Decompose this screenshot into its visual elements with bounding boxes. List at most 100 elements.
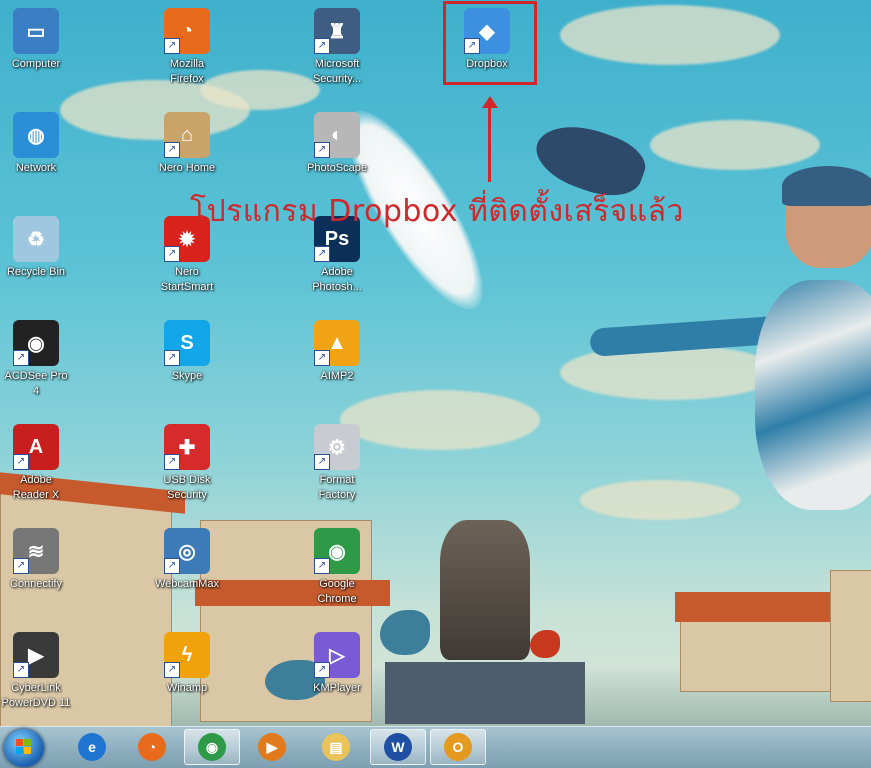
wallpaper-pedestal <box>385 662 585 724</box>
icon-label: Google Chrome <box>317 578 357 605</box>
wallpaper-cloud <box>560 5 780 65</box>
chrome-icon: ◉ ↗ <box>314 528 360 574</box>
camera-icon: ◉ ↗ <box>13 320 59 366</box>
windows-logo-icon <box>16 739 32 755</box>
wallpaper-roof <box>675 592 840 622</box>
wallpaper-house <box>830 570 871 702</box>
icon-label: Connectify <box>10 578 62 590</box>
icon-label: Nero Home <box>158 162 216 174</box>
icon-label: Recycle Bin <box>6 266 66 278</box>
network-shortcut[interactable]: ◍ Network <box>0 112 76 176</box>
shortcut-arrow-icon: ↗ <box>13 454 29 470</box>
shortcut-arrow-icon: ↗ <box>314 558 330 574</box>
shortcut-arrow-icon: ↗ <box>314 454 330 470</box>
connectify-icon: ≋ ↗ <box>13 528 59 574</box>
photoscape-shortcut[interactable]: ◐ ↗ PhotoScape <box>297 112 377 176</box>
icon-glyph: ◍ <box>27 124 45 147</box>
shortcut-arrow-icon: ↗ <box>164 558 180 574</box>
wallpaper-house <box>680 620 842 692</box>
skype-shortcut[interactable]: S ↗ Skype <box>147 320 227 384</box>
microsoft-security-shortcut[interactable]: ♜ ↗ Microsoft Security... <box>297 8 377 87</box>
wallpaper-cloud <box>560 345 780 400</box>
adobe-reader-shortcut[interactable]: A ↗ Adobe Reader X <box>0 424 76 503</box>
wallpaper-cloud <box>580 480 740 520</box>
wallpaper-bird <box>530 630 560 658</box>
annotation-arrow-line <box>488 104 491 182</box>
shortcut-arrow-icon: ↗ <box>314 38 330 54</box>
wallpaper-bird <box>380 610 430 655</box>
aimp-shortcut[interactable]: ▲ ↗ AIMP2 <box>297 320 377 384</box>
wallpaper-fountain <box>440 520 530 660</box>
icon-label: KMPlayer <box>313 682 361 694</box>
powerdvd-shortcut[interactable]: ▶ ↗ CyberLink PowerDVD 11 <box>0 632 76 711</box>
taskbar-chrome-button[interactable]: ◉ <box>184 729 240 765</box>
camera-shortcut[interactable]: ◉ ↗ ACDSee Pro 4 <box>0 320 76 399</box>
shortcut-arrow-icon: ↗ <box>13 350 29 366</box>
firefox-shortcut[interactable]: ◔ ↗ Mozilla Firefox <box>147 8 227 87</box>
start-button[interactable] <box>4 729 44 767</box>
shortcut-arrow-icon: ↗ <box>314 142 330 158</box>
taskbar-internet-explorer-button[interactable]: e <box>64 729 120 765</box>
powerdvd-icon: ▶ ↗ <box>13 632 59 678</box>
shortcut-arrow-icon: ↗ <box>164 350 180 366</box>
skype-icon: S ↗ <box>164 320 210 366</box>
wallpaper-figure-body <box>755 280 871 510</box>
icon-label: Nero StartSmart <box>160 266 214 293</box>
shortcut-arrow-icon: ↗ <box>164 142 180 158</box>
annotation-text: โปรแกรม Dropbox ที่ติดตั้งเสร็จแล้ว <box>190 194 684 229</box>
taskbar-media-player-button[interactable]: ▶ <box>244 729 300 765</box>
connectify-shortcut[interactable]: ≋ ↗ Connectify <box>0 528 76 592</box>
chrome-shortcut[interactable]: ◉ ↗ Google Chrome <box>297 528 377 607</box>
winamp-shortcut[interactable]: ϟ ↗ Winamp <box>147 632 227 696</box>
shortcut-arrow-icon: ↗ <box>314 246 330 262</box>
icon-label: USB Disk Security <box>163 474 211 501</box>
wallpaper-figure-cap <box>782 166 871 206</box>
taskbar-firefox-button[interactable]: ◔ <box>124 729 180 765</box>
icon-label: Adobe Photosh... <box>312 266 362 293</box>
icon-label: WebcamMax <box>155 578 219 590</box>
format-factory-shortcut[interactable]: ⚙ ↗ Format Factory <box>297 424 377 503</box>
recycle-bin-icon: ♻ <box>13 216 59 262</box>
media-player-icon: ▶ <box>258 733 286 761</box>
aimp-icon: ▲ ↗ <box>314 320 360 366</box>
icon-label: Network <box>15 162 57 174</box>
icon-label: Format Factory <box>318 474 356 501</box>
adobe-reader-icon: A ↗ <box>13 424 59 470</box>
nero-home-shortcut[interactable]: ⌂ ↗ Nero Home <box>147 112 227 176</box>
computer-shortcut[interactable]: ▭ Computer <box>0 8 76 72</box>
icon-label: AIMP2 <box>320 370 354 382</box>
chrome-icon: ◉ <box>198 733 226 761</box>
shortcut-arrow-icon: ↗ <box>164 662 180 678</box>
icon-label: PhotoScape <box>307 162 367 174</box>
icon-label: Microsoft Security... <box>312 58 362 85</box>
icon-glyph: ▭ <box>26 20 46 43</box>
format-factory-icon: ⚙ ↗ <box>314 424 360 470</box>
icon-label: CyberLink PowerDVD 11 <box>1 682 71 709</box>
microsoft-security-icon: ♜ ↗ <box>314 8 360 54</box>
microsoft-outlook-icon: O <box>444 733 472 761</box>
webcam-icon: ◎ ↗ <box>164 528 210 574</box>
desktop: ▭ Computer ◍ Network ♻ Recycle Bin ◉ ↗ ACDSee Pr… <box>0 0 871 768</box>
shortcut-arrow-icon: ↗ <box>13 662 29 678</box>
usb-disk-security-shortcut[interactable]: ✚ ↗ USB Disk Security <box>147 424 227 503</box>
winamp-icon: ϟ ↗ <box>164 632 210 678</box>
webcam-shortcut[interactable]: ◎ ↗ WebcamMax <box>147 528 227 592</box>
icon-label: Skype <box>171 370 203 382</box>
shortcut-arrow-icon: ↗ <box>164 38 180 54</box>
firefox-icon: ◔ ↗ <box>164 8 210 54</box>
microsoft-word-icon: W <box>384 733 412 761</box>
shortcut-arrow-icon: ↗ <box>314 350 330 366</box>
icon-glyph: ♻ <box>27 228 45 251</box>
taskbar-microsoft-word-button[interactable]: W <box>370 729 426 765</box>
wallpaper-cloud <box>650 120 820 170</box>
icon-label: Computer <box>11 58 61 70</box>
recycle-bin-shortcut[interactable]: ♻ Recycle Bin <box>0 216 76 280</box>
taskbar-windows-explorer-button[interactable]: ▤ <box>308 729 364 765</box>
icon-label: ACDSee Pro 4 <box>4 370 68 397</box>
taskbar: e ◔ ◉ ▶ ▤ W O <box>0 726 871 768</box>
taskbar-microsoft-outlook-button[interactable]: O <box>430 729 486 765</box>
computer-icon: ▭ <box>13 8 59 54</box>
windows-explorer-icon: ▤ <box>322 733 350 761</box>
kmplayer-shortcut[interactable]: ▷ ↗ KMPlayer <box>297 632 377 696</box>
icon-label: Winamp <box>166 682 208 694</box>
